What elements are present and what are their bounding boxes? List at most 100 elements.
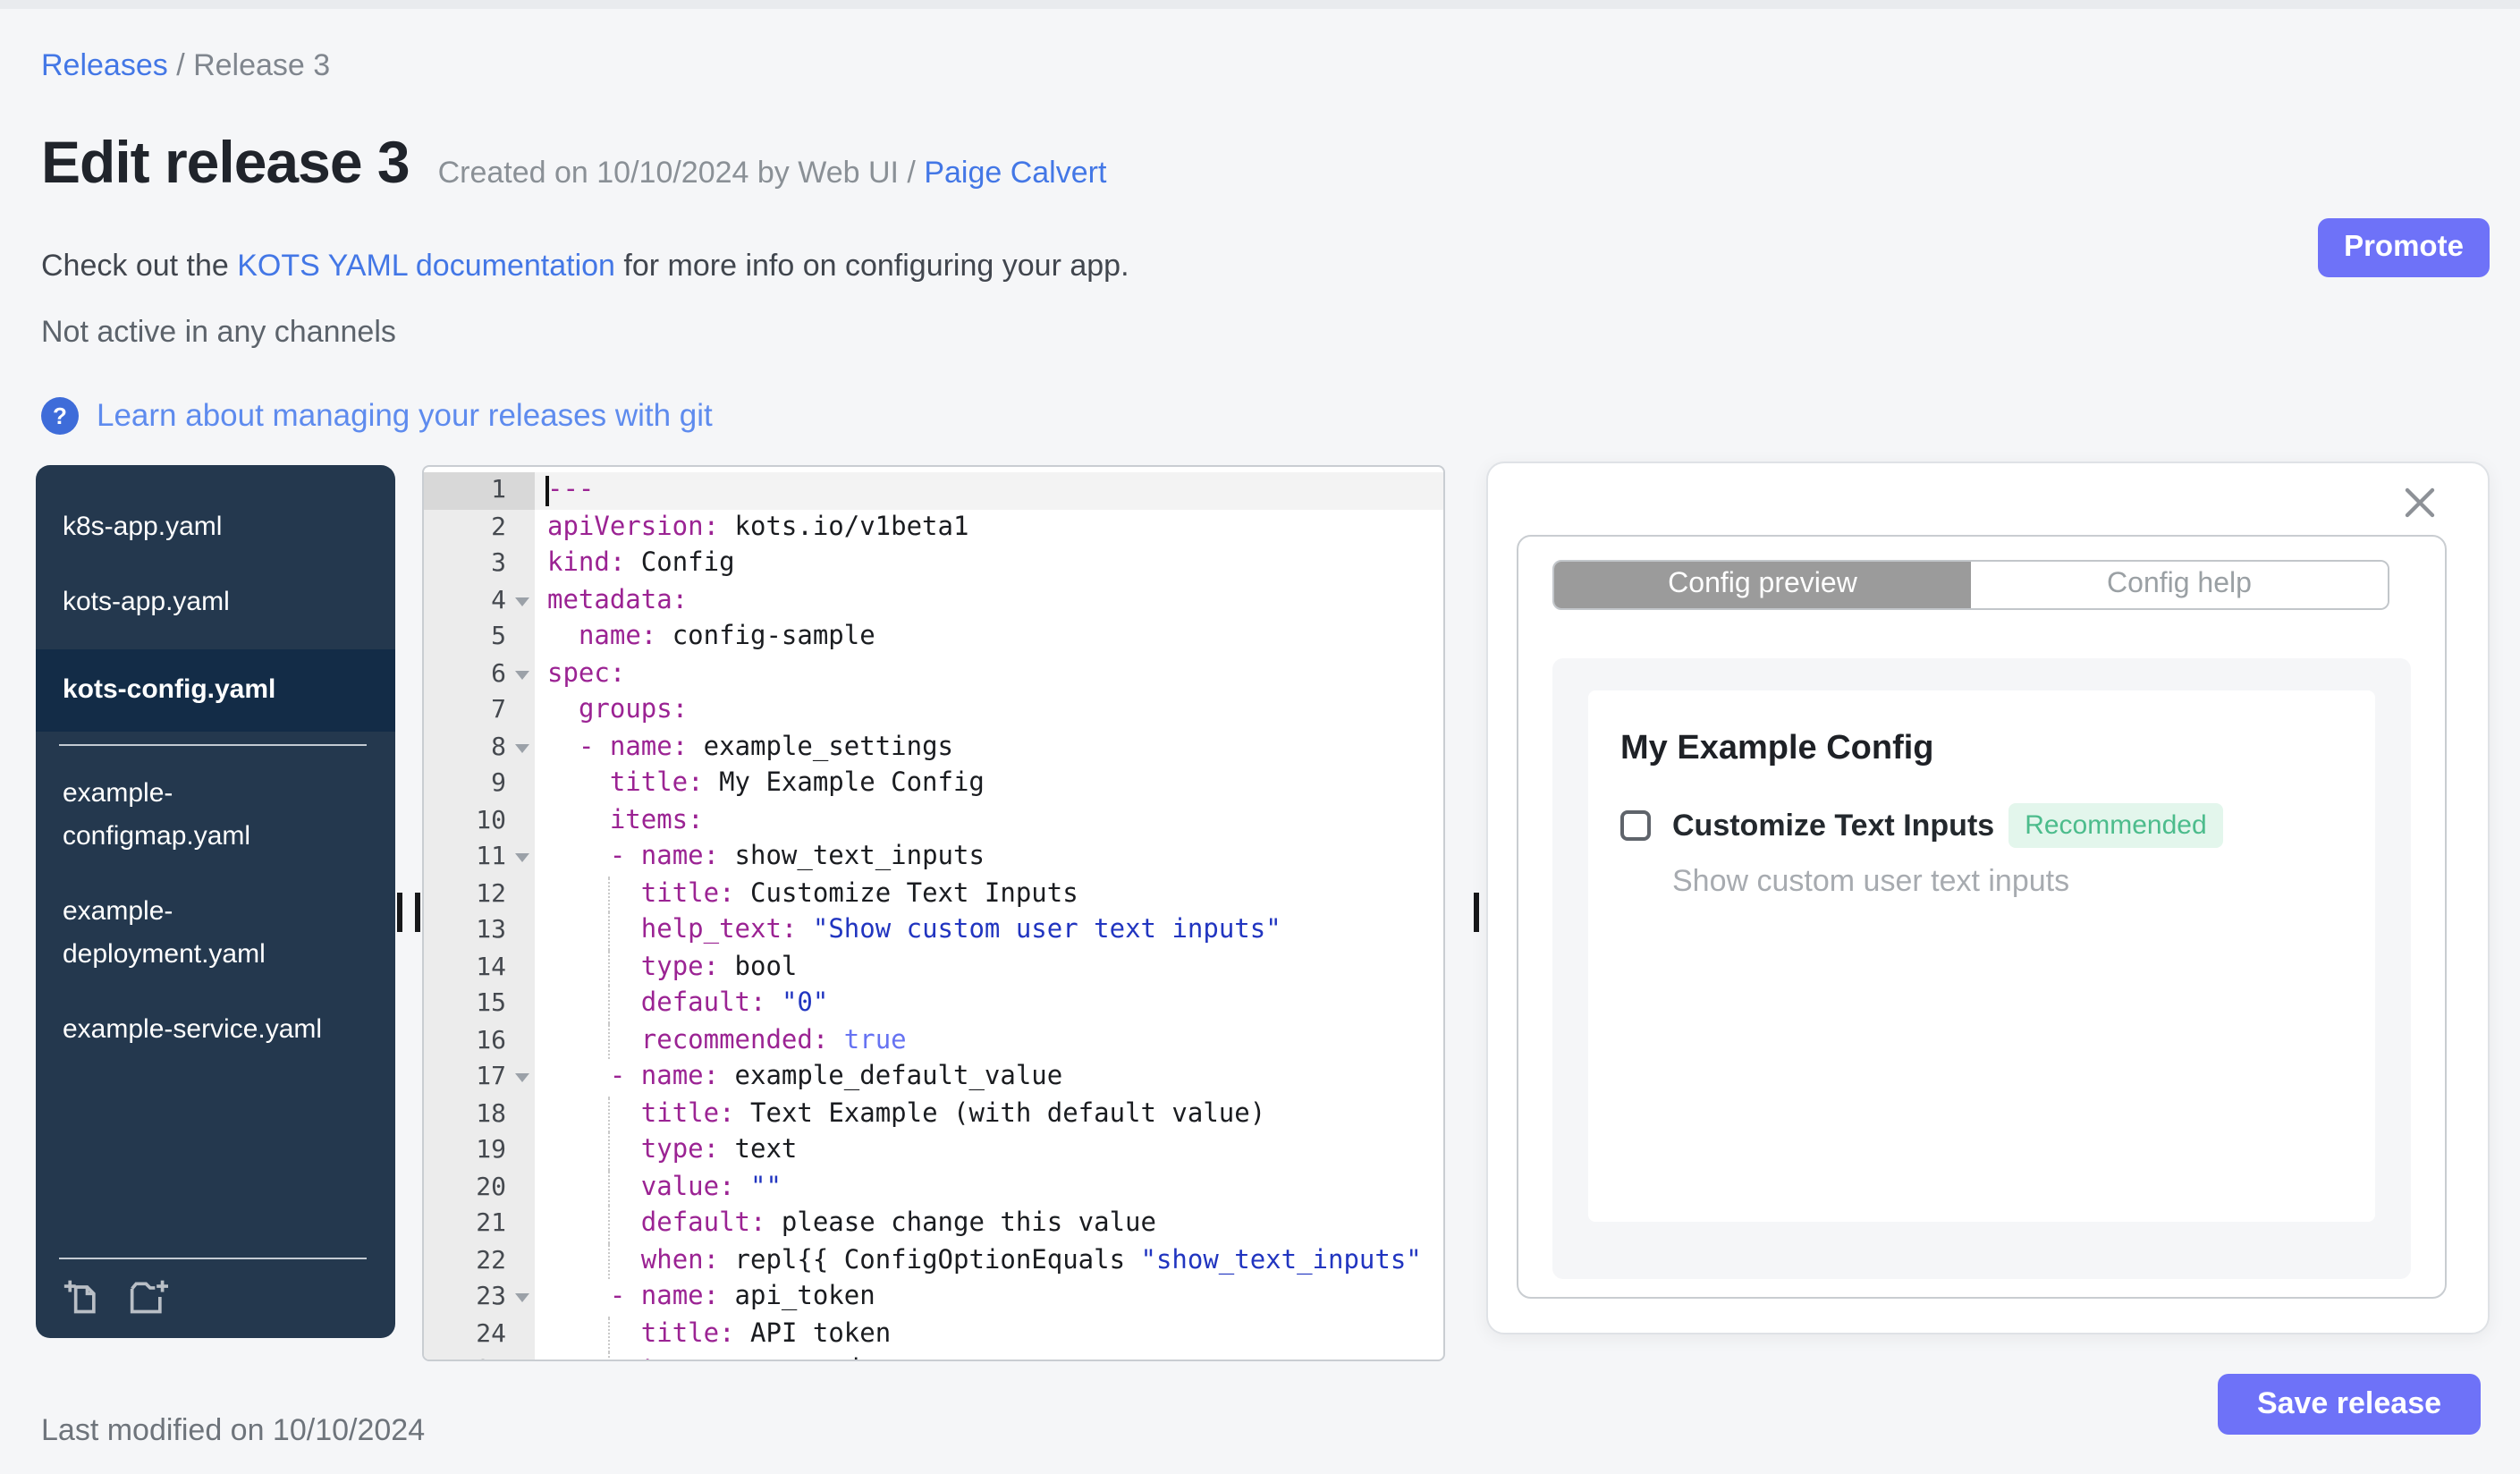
page-title: Edit release 3 — [41, 129, 410, 195]
code-line[interactable]: 20 value: "" — [424, 1169, 1443, 1206]
question-icon[interactable]: ? — [41, 397, 79, 435]
line-number: 12 — [424, 876, 535, 912]
fold-icon[interactable] — [515, 670, 529, 679]
code-line[interactable]: 2 apiVersion: kots.io/v1beta1 — [424, 509, 1443, 546]
indent-guide — [608, 1206, 610, 1242]
config-preview-panel: Config preview Config help My Example Co… — [1486, 462, 2490, 1334]
fold-icon[interactable] — [515, 853, 529, 862]
config-checkbox[interactable] — [1620, 810, 1651, 841]
code-line[interactable]: 8 - name: example_settings — [424, 729, 1443, 766]
code-line[interactable]: 25 type: password — [424, 1352, 1443, 1360]
indent-guide — [608, 876, 610, 912]
code-line[interactable]: 16 recommended: true — [424, 1022, 1443, 1059]
code-line[interactable]: 6 spec: — [424, 656, 1443, 692]
code-line[interactable]: 10 items: — [424, 802, 1443, 839]
breadcrumb-separator: / — [167, 48, 194, 82]
code-line[interactable]: 14 type: bool — [424, 949, 1443, 986]
file-name: example-service.yaml — [63, 1014, 323, 1045]
breadcrumb-current: Release 3 — [193, 48, 331, 82]
code-line[interactable]: 23 - name: api_token — [424, 1279, 1443, 1316]
config-card: My Example Config Customize Text Inputs … — [1588, 690, 2375, 1222]
tab-config-help[interactable]: Config help — [1971, 562, 2388, 608]
edit-release-page: Releases / Release 3 Edit release 3 Crea… — [0, 0, 2520, 1474]
file-name: example-deployment.yaml — [63, 896, 266, 970]
line-number: 6 — [424, 656, 535, 692]
code-line[interactable]: 13 help_text: "Show custom user text inp… — [424, 912, 1443, 949]
promote-button[interactable]: Promote — [2318, 218, 2490, 277]
preview-viewport: My Example Config Customize Text Inputs … — [1552, 658, 2411, 1279]
git-help-row: ? Learn about managing your releases wit… — [41, 397, 713, 435]
code-line[interactable]: 24 title: API token — [424, 1316, 1443, 1352]
code-line[interactable]: 3 kind: Config — [424, 546, 1443, 582]
sidebar-item-kots-config.yaml[interactable]: kots-config.yaml — [36, 649, 395, 732]
code-line[interactable]: 12 title: Customize Text Inputs — [424, 876, 1443, 912]
line-number: 16 — [424, 1022, 535, 1059]
indent-guide — [608, 1022, 610, 1059]
kots-yaml-docs-link[interactable]: KOTS YAML documentation — [237, 249, 615, 283]
fold-icon[interactable] — [515, 1293, 529, 1302]
line-number: 25 — [424, 1352, 535, 1360]
file-name: kots-config.yaml — [63, 674, 276, 705]
line-number: 8 — [424, 729, 535, 766]
indent-guide — [608, 1132, 610, 1169]
sidebar-divider — [59, 744, 367, 746]
add-folder-icon[interactable] — [127, 1277, 170, 1317]
breadcrumb-releases-link[interactable]: Releases — [41, 48, 168, 82]
sidebar-item-example-deployment.yaml[interactable]: example-deployment.yaml — [36, 875, 395, 993]
title-row: Edit release 3 Created on 10/10/2024 by … — [41, 129, 1106, 197]
line-number: 22 — [424, 1242, 535, 1279]
sidebar-item-example-configmap.yaml[interactable]: example-configmap.yaml — [36, 757, 395, 875]
yaml-editor[interactable]: 1 --- 2 apiVersion: kots.io/v1beta1 3 kind: C… — [422, 465, 1445, 1361]
line-number: 21 — [424, 1206, 535, 1242]
indent-guide — [608, 1352, 610, 1360]
code-line[interactable]: 4 metadata: — [424, 582, 1443, 619]
file-sidebar: k8s-app.yaml kots-app.yaml kots-config.yam… — [36, 465, 395, 1338]
tab-config-preview[interactable]: Config preview — [1554, 562, 1971, 608]
file-name: k8s-app.yaml — [63, 512, 223, 542]
code-line[interactable]: 19 type: text — [424, 1132, 1443, 1169]
code-line[interactable]: 15 default: "0" — [424, 986, 1443, 1022]
sidebar-footer — [36, 1258, 395, 1338]
indent-guide — [608, 912, 610, 949]
line-number: 20 — [424, 1169, 535, 1206]
indent-guide — [608, 1316, 610, 1352]
code-line[interactable]: 9 title: My Example Config — [424, 766, 1443, 802]
fold-icon[interactable] — [515, 597, 529, 606]
fold-icon[interactable] — [515, 1073, 529, 1082]
code-line[interactable]: 22 when: repl{{ ConfigOptionEquals "show… — [424, 1242, 1443, 1279]
line-number: 15 — [424, 986, 535, 1022]
save-release-button[interactable]: Save release — [2218, 1374, 2481, 1435]
config-group-title: My Example Config — [1620, 730, 1934, 767]
sidebar-item-k8s-app.yaml[interactable]: k8s-app.yaml — [36, 490, 395, 565]
code-line[interactable]: 11 - name: show_text_inputs — [424, 839, 1443, 876]
code-line[interactable]: 17 - name: example_default_value — [424, 1059, 1443, 1096]
author-link[interactable]: Paige Calvert — [924, 156, 1106, 190]
add-file-icon[interactable] — [63, 1277, 102, 1317]
code-line[interactable]: 18 title: Text Example (with default val… — [424, 1096, 1443, 1132]
indent-guide — [608, 1096, 610, 1132]
line-number: 3 — [424, 546, 535, 582]
code-line[interactable]: 21 default: please change this value — [424, 1206, 1443, 1242]
code-line[interactable]: 5 name: config-sample — [424, 619, 1443, 656]
last-modified-text: Last modified on 10/10/2024 — [41, 1413, 426, 1447]
resize-handle-left[interactable] — [397, 893, 422, 932]
line-number: 24 — [424, 1316, 535, 1352]
indent-guide — [608, 986, 610, 1022]
line-number: 5 — [424, 619, 535, 656]
info-text: Check out the KOTS YAML documentation fo… — [41, 249, 1129, 283]
indent-guide — [608, 1169, 610, 1206]
line-number: 13 — [424, 912, 535, 949]
config-item-help: Show custom user text inputs — [1672, 864, 2070, 898]
breadcrumb: Releases / Release 3 — [41, 48, 330, 84]
close-icon[interactable] — [2402, 485, 2438, 521]
sidebar-item-kots-app.yaml[interactable]: kots-app.yaml — [36, 565, 395, 640]
sidebar-item-example-service.yaml[interactable]: example-service.yaml — [36, 993, 395, 1068]
recommended-badge: Recommended — [2008, 803, 2223, 848]
git-releases-link[interactable]: Learn about managing your releases with … — [97, 397, 713, 435]
fold-icon[interactable] — [515, 743, 529, 752]
preview-tabs: Config preview Config help — [1552, 560, 2389, 610]
code-line[interactable]: 7 groups: — [424, 692, 1443, 729]
code-line[interactable]: 1 --- — [424, 472, 1443, 509]
line-number: 4 — [424, 582, 535, 619]
line-number: 10 — [424, 802, 535, 839]
